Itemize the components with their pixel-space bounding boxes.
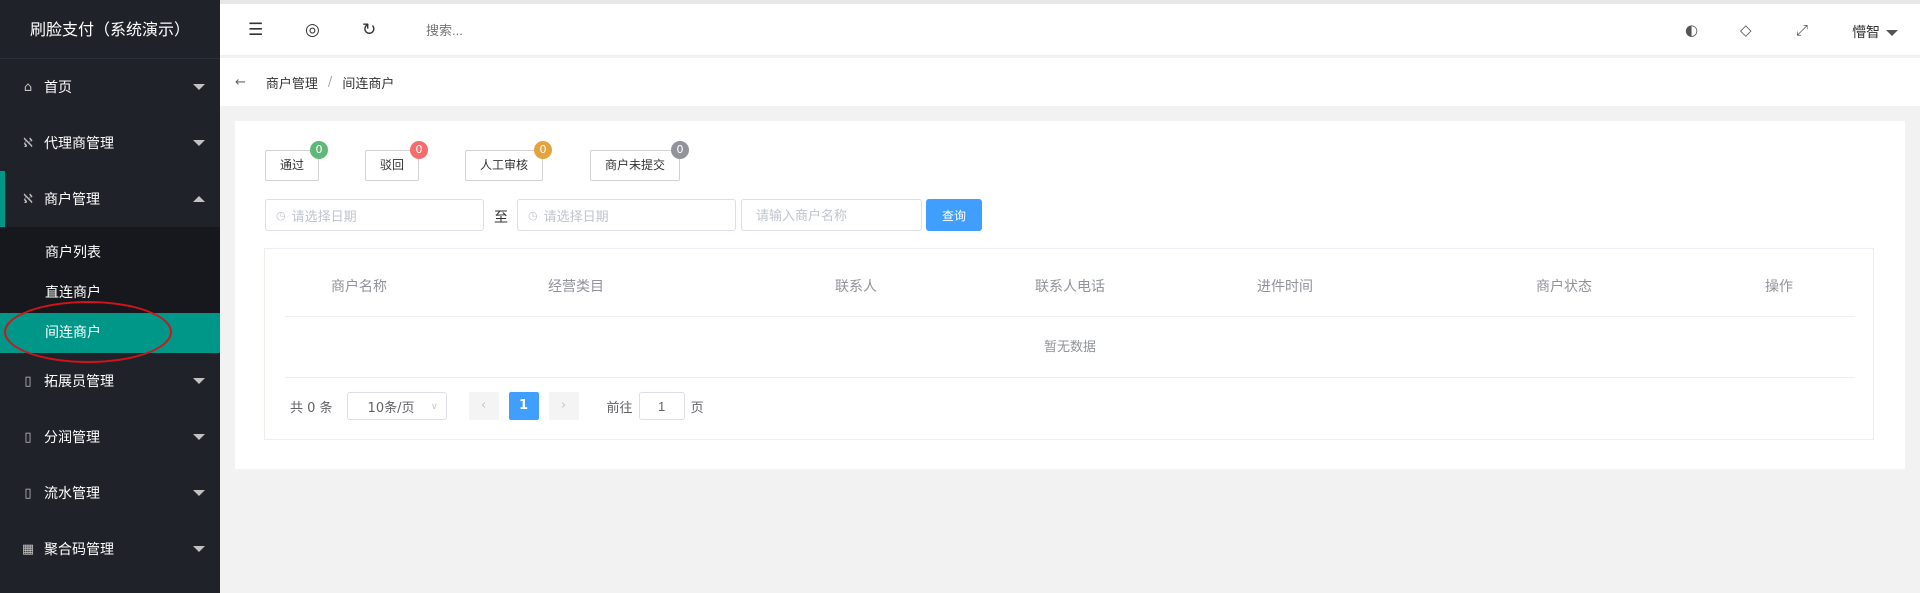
user-icon: ℵ	[23, 135, 33, 151]
user-menu[interactable]: 懵智	[1852, 22, 1898, 42]
sidebar-item-home[interactable]: ⌂ 首页	[0, 59, 220, 115]
breadcrumb-item-current: 间连商户	[342, 76, 395, 92]
sidebar-item-agent[interactable]: ℵ 代理商管理	[0, 115, 220, 171]
merchant-submenu: 商户列表 直连商户 间连商户	[0, 227, 220, 353]
column-header: 经营类目	[548, 279, 604, 295]
sidebar-item-label: 流水管理	[44, 486, 100, 502]
sidebar-subitem-indirect-merchant[interactable]: 间连商户	[0, 313, 220, 353]
sidebar-item-label: 分润管理	[44, 430, 100, 446]
clock-icon: ◷	[276, 208, 286, 222]
column-header: 联系人	[835, 279, 877, 295]
filter-label: 驳回	[380, 158, 405, 172]
filter-label: 商户未提交	[605, 158, 666, 172]
page-unit-label: 页	[690, 400, 704, 416]
table-header: 商户名称 经营类目 联系人 联系人电话 进件时间 商户状态 操作	[285, 249, 1855, 317]
caret-up-icon	[193, 196, 205, 202]
chevron-down-icon: ∨	[430, 402, 438, 412]
sidebar-item-label: 拓展员管理	[44, 374, 114, 390]
content-card: 通过 0 驳回 0 人工审核 0 商户未提交 0 ◷ 请选择日期 至 ◷ 请选择…	[235, 121, 1905, 469]
sidebar-subitem-direct-merchant[interactable]: 直连商户	[0, 273, 220, 313]
sidebar-item-merchant[interactable]: ℵ 商户管理	[0, 171, 220, 227]
caret-down-icon	[193, 378, 205, 384]
sidebar-item-transactions[interactable]: ▯ 流水管理	[0, 465, 220, 521]
filter-rejected-button[interactable]: 驳回 0	[365, 141, 429, 181]
sidebar-subitem-merchant-list[interactable]: 商户列表	[0, 233, 220, 273]
user-icon: ℵ	[23, 191, 33, 207]
next-page-button[interactable]: ›	[548, 392, 579, 420]
start-date-placeholder: 请选择日期	[291, 209, 357, 225]
count-badge: 0	[534, 141, 553, 159]
breadcrumb-item-merchant[interactable]: 商户管理	[266, 73, 318, 92]
date-range-separator: 至	[494, 210, 508, 226]
end-date-placeholder: 请选择日期	[543, 209, 609, 225]
qrcode-icon: ▦	[21, 541, 35, 557]
clipboard-icon: ▯	[24, 429, 32, 445]
user-name: 懵智	[1852, 25, 1880, 41]
back-arrow-icon[interactable]: ←	[235, 75, 246, 90]
page-size-select[interactable]: 10条/页 ∨	[346, 392, 447, 420]
filter-manual-review-button[interactable]: 人工审核 0	[465, 141, 553, 181]
menu-toggle-icon[interactable]: ☰	[248, 20, 263, 40]
search-input[interactable]	[426, 18, 626, 42]
filter-label: 人工审核	[480, 158, 529, 172]
caret-down-icon	[193, 140, 205, 146]
sidebar-item-label: 聚合码管理	[44, 542, 114, 558]
pagination: 共 0 条 10条/页 ∨ ‹ 1 › 前往 页	[290, 391, 704, 421]
breadcrumb: ← 商户管理 / 间连商户	[220, 58, 1920, 106]
query-button[interactable]: 查询	[926, 199, 982, 231]
column-header: 联系人电话	[1035, 279, 1105, 295]
brand-title: 刷脸支付（系统演示）	[0, 0, 220, 59]
column-header: 商户状态	[1536, 279, 1592, 295]
fullscreen-icon[interactable]: ⤢	[1796, 21, 1808, 39]
sidebar-item-label: 代理商管理	[44, 136, 114, 152]
sidebar-item-label: 首页	[44, 80, 72, 96]
empty-state-text: 暂无数据	[285, 318, 1855, 378]
goto-label: 前往	[606, 400, 633, 416]
palette-icon[interactable]: ◐	[1685, 21, 1698, 39]
column-header: 操作	[1765, 279, 1793, 295]
caret-down-icon	[193, 546, 205, 552]
page-number-current[interactable]: 1	[508, 392, 539, 420]
caret-down-icon	[1886, 30, 1898, 36]
page-size-value: 10条/页	[367, 400, 415, 416]
column-header: 进件时间	[1257, 279, 1313, 295]
caret-down-icon	[193, 84, 205, 90]
breadcrumb-separator: /	[327, 74, 333, 90]
caret-down-icon	[193, 490, 205, 496]
filter-approved-button[interactable]: 通过 0	[265, 141, 329, 181]
count-badge: 0	[410, 141, 429, 159]
refresh-icon[interactable]: ↻	[362, 20, 376, 40]
merchant-table: 商户名称 经营类目 联系人 联系人电话 进件时间 商户状态 操作 暂无数据 共 …	[264, 248, 1874, 440]
total-count: 共 0 条	[290, 400, 333, 416]
clipboard-icon: ▯	[24, 373, 32, 389]
clock-icon: ◷	[528, 208, 538, 222]
merchant-name-input[interactable]	[741, 199, 922, 231]
filter-label: 通过	[280, 158, 305, 172]
filter-not-submitted-button[interactable]: 商户未提交 0	[590, 141, 690, 181]
website-icon[interactable]: ◎	[305, 20, 320, 40]
prev-page-button[interactable]: ‹	[468, 392, 499, 420]
sidebar-item-profit[interactable]: ▯ 分润管理	[0, 409, 220, 465]
clipboard-icon: ▯	[24, 485, 32, 501]
tag-icon[interactable]: ◇	[1740, 21, 1752, 39]
start-date-picker[interactable]: ◷ 请选择日期	[265, 199, 484, 231]
top-header: ☰ ◎ ↻ ◐ ◇ ⤢ 懵智	[220, 0, 1920, 56]
sidebar-item-label: 商户管理	[44, 192, 100, 208]
end-date-picker[interactable]: ◷ 请选择日期	[517, 199, 736, 231]
sidebar-item-promoter[interactable]: ▯ 拓展员管理	[0, 353, 220, 409]
home-icon: ⌂	[23, 79, 33, 95]
count-badge: 0	[310, 141, 329, 159]
goto-page-input[interactable]	[638, 392, 685, 420]
caret-down-icon	[193, 434, 205, 440]
count-badge: 0	[671, 141, 690, 159]
sidebar-item-aggregate-code[interactable]: ▦ 聚合码管理	[0, 521, 220, 577]
column-header: 商户名称	[331, 279, 387, 295]
sidebar: 刷脸支付（系统演示） ⌂ 首页 ℵ 代理商管理 ℵ 商户管理 商户列表 直连商户…	[0, 0, 220, 593]
